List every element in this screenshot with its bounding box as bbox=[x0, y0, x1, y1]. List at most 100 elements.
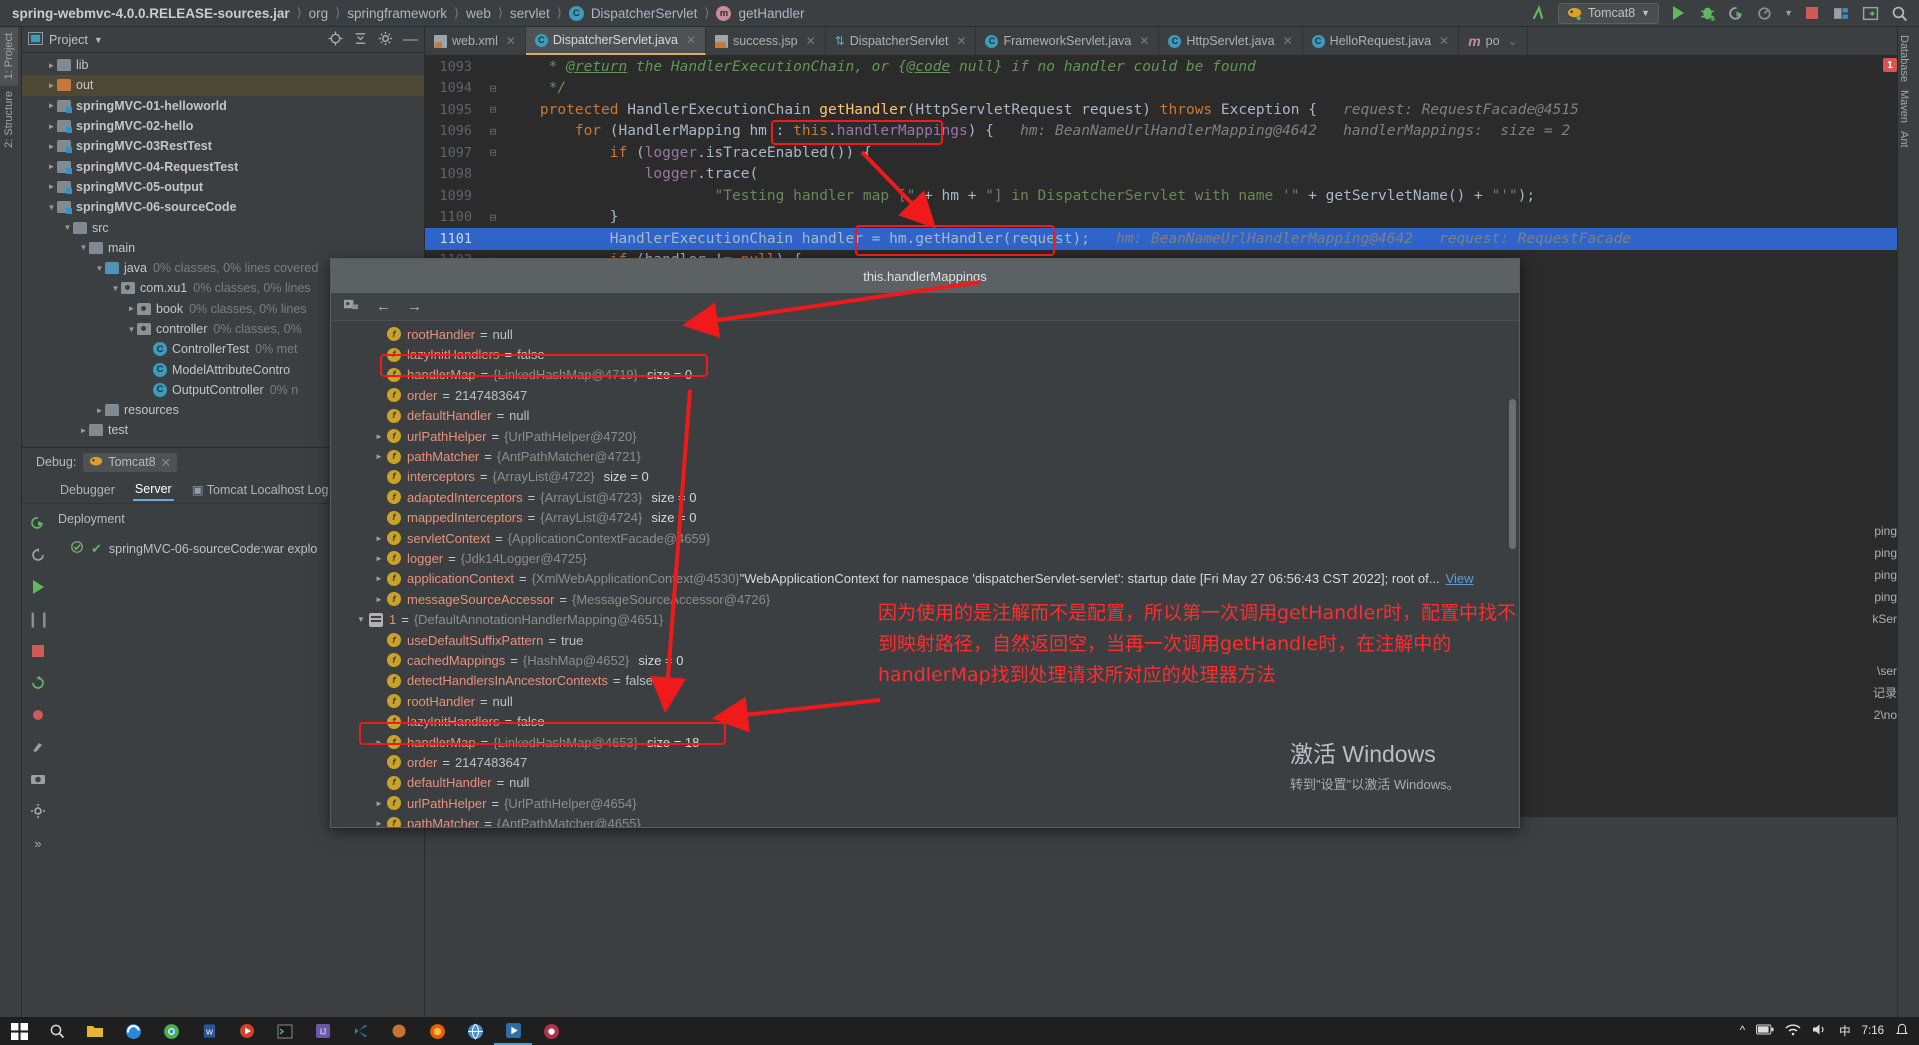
variable-row[interactable]: f order = 2147483647 bbox=[331, 385, 1519, 405]
layout-icon[interactable] bbox=[1860, 3, 1880, 23]
chevron-right-icon[interactable]: ► bbox=[371, 595, 387, 604]
variable-row[interactable]: f order = 2147483647 bbox=[331, 752, 1519, 772]
variable-row[interactable]: f detectHandlersInAncestorContexts = false bbox=[331, 671, 1519, 691]
variable-row[interactable]: ► f urlPathHelper = {UrlPathHelper@4654} bbox=[331, 793, 1519, 813]
locate-icon[interactable] bbox=[328, 30, 343, 49]
project-structure-icon[interactable] bbox=[1831, 3, 1851, 23]
fold-marker[interactable]: ⊟ bbox=[481, 103, 505, 116]
sidebar-item-favorites[interactable] bbox=[0, 825, 6, 837]
variable-row[interactable]: f cachedMappings = {HashMap@4652} size = 0 bbox=[331, 650, 1519, 670]
debug-session-tab[interactable]: Tomcat8 ✕ bbox=[83, 452, 178, 472]
code-line[interactable]: 1093 * @return the HandlerExecutionChain… bbox=[425, 56, 1897, 78]
sidebar-item-structure[interactable]: 2: Structure bbox=[0, 85, 18, 154]
variable-row[interactable]: ► f applicationContext = {XmlWebApplicationC… bbox=[331, 569, 1519, 589]
code-line[interactable]: 1095 ⊟ protected HandlerExecutionChain ge… bbox=[425, 99, 1897, 121]
chevron-right-icon[interactable]: ► bbox=[94, 406, 105, 415]
variable-row[interactable]: f defaultHandler = null bbox=[331, 773, 1519, 793]
code-line[interactable]: 1096 ⊟ for (HandlerMapping hm : this.hand… bbox=[425, 121, 1897, 143]
editor-tab-web-xml[interactable]: web.xml ✕ bbox=[425, 27, 526, 55]
firefox-icon[interactable] bbox=[418, 1017, 456, 1045]
wifi-icon[interactable] bbox=[1785, 1023, 1801, 1039]
search-icon[interactable] bbox=[38, 1017, 76, 1045]
profile-icon[interactable] bbox=[1755, 3, 1775, 23]
chevron-down-icon[interactable]: ▼ bbox=[46, 203, 57, 212]
restart-icon[interactable] bbox=[29, 674, 47, 692]
chevron-right-icon[interactable]: ► bbox=[371, 799, 387, 808]
editor-tab-dispatcherservlet[interactable]: ⇅ DispatcherServlet ✕ bbox=[826, 27, 977, 55]
tree-item-springmvc-04-requesttest[interactable]: ► springMVC-04-RequestTest bbox=[22, 156, 424, 176]
run-icon[interactable] bbox=[1668, 3, 1688, 23]
chevron-right-icon[interactable]: ► bbox=[371, 452, 387, 461]
back-icon[interactable] bbox=[1529, 3, 1549, 23]
variable-row[interactable]: ► f servletContext = {ApplicationContextFaca… bbox=[331, 528, 1519, 548]
chevron-right-icon[interactable]: ► bbox=[126, 304, 137, 313]
chevron-right-icon[interactable]: ► bbox=[371, 554, 387, 563]
media-icon[interactable] bbox=[228, 1017, 266, 1045]
tree-item-springmvc-03resttest[interactable]: ► springMVC-03RestTest bbox=[22, 136, 424, 156]
close-icon[interactable]: ✕ bbox=[506, 34, 516, 48]
variable-row[interactable]: ► f messageSourceAccessor = {MessageSourceAc… bbox=[331, 589, 1519, 609]
close-icon[interactable]: ✕ bbox=[806, 34, 816, 48]
sidebar-item-web[interactable] bbox=[0, 945, 6, 957]
editor-tab-hellorequest-java[interactable]: C HelloRequest.java ✕ bbox=[1303, 27, 1460, 55]
stop-icon[interactable] bbox=[29, 642, 47, 660]
chevron-down-icon[interactable]: ▼ bbox=[94, 35, 103, 45]
chevron-right-icon[interactable]: ► bbox=[371, 574, 387, 583]
editor-tab-httpservlet-java[interactable]: C HttpServlet.java ✕ bbox=[1159, 27, 1303, 55]
tree-item-springmvc-01-helloworld[interactable]: ► springMVC-01-helloworld bbox=[22, 96, 424, 116]
camera-icon[interactable] bbox=[29, 770, 47, 788]
chevron-right-icon[interactable]: ► bbox=[46, 142, 57, 151]
editor-tab-success-jsp[interactable]: success.jsp ✕ bbox=[706, 27, 826, 55]
sidebar-item-ant[interactable]: Ant bbox=[1898, 131, 1910, 148]
error-badge[interactable]: 1 bbox=[1883, 58, 1897, 72]
terminal-icon[interactable] bbox=[266, 1017, 304, 1045]
debug-active-icon[interactable] bbox=[494, 1017, 532, 1045]
chevron-right-icon[interactable]: ► bbox=[46, 81, 57, 90]
settings-icon[interactable] bbox=[29, 738, 47, 756]
code-line[interactable]: 1097 ⊟ if (logger.isTraceEnabled()) { bbox=[425, 142, 1897, 164]
breadcrumb-item-servlet[interactable]: servlet bbox=[510, 6, 550, 21]
variable-row[interactable]: f defaultHandler = null bbox=[331, 406, 1519, 426]
variable-row[interactable]: f interceptors = {ArrayList@4722} size = 0 bbox=[331, 467, 1519, 487]
variable-row[interactable]: ► f handlerMap = {LinkedHashMap@4653} size = … bbox=[331, 732, 1519, 752]
chevron-down-icon[interactable]: ▼ bbox=[110, 284, 121, 293]
maven-icon[interactable] bbox=[380, 1017, 418, 1045]
tab-server[interactable]: Server bbox=[132, 479, 174, 501]
chevron-right-icon[interactable]: ► bbox=[78, 426, 89, 435]
tree-item-springmvc-05-output[interactable]: ► springMVC-05-output bbox=[22, 177, 424, 197]
close-icon[interactable]: ✕ bbox=[1283, 34, 1293, 48]
editor-tab-frameworkservlet-java[interactable]: C FrameworkServlet.java ✕ bbox=[976, 27, 1160, 55]
variables-list[interactable]: f rootHandler = null f lazyInitHandlers = false… bbox=[331, 321, 1519, 827]
chrome-icon[interactable] bbox=[152, 1017, 190, 1045]
more-icon[interactable]: » bbox=[29, 834, 47, 852]
scrollbar-thumb[interactable] bbox=[1509, 399, 1516, 549]
chevron-right-icon[interactable]: ► bbox=[46, 162, 57, 171]
variable-row[interactable]: f handlerMap = {LinkedHashMap@4719} size = 0 bbox=[331, 365, 1519, 385]
variable-row[interactable]: ► f pathMatcher = {AntPathMatcher@4721} bbox=[331, 446, 1519, 466]
notification-icon[interactable] bbox=[1895, 1023, 1909, 1040]
forward-arrow-icon[interactable]: → bbox=[407, 298, 422, 315]
editor-tab-po[interactable]: m po ⌄ bbox=[1459, 27, 1528, 55]
word-icon[interactable]: W bbox=[190, 1017, 228, 1045]
fold-marker[interactable]: ⊟ bbox=[481, 146, 505, 159]
variable-row[interactable]: f mappedInterceptors = {ArrayList@4724} size… bbox=[331, 508, 1519, 528]
refresh-icon[interactable] bbox=[29, 546, 47, 564]
code-line[interactable]: 1099 "Testing handler map [" + hm + "] i… bbox=[425, 185, 1897, 207]
vscode-icon[interactable] bbox=[342, 1017, 380, 1045]
code-line[interactable]: 1101 HandlerExecutionChain handler = hm.… bbox=[425, 228, 1897, 250]
chevron-right-icon[interactable]: ► bbox=[371, 819, 387, 827]
variable-row[interactable]: f useDefaultSuffixPattern = true bbox=[331, 630, 1519, 650]
variable-row[interactable]: f adaptedInterceptors = {ArrayList@4723} siz… bbox=[331, 487, 1519, 507]
breadcrumb-item-org[interactable]: org bbox=[309, 6, 329, 21]
editor-tab-dispatcherservlet-java[interactable]: C DispatcherServlet.java ✕ bbox=[525, 27, 707, 55]
battery-icon[interactable] bbox=[1756, 1024, 1774, 1038]
pause-icon[interactable]: ❙❙ bbox=[26, 610, 50, 628]
tree-item-main[interactable]: ▼ main bbox=[22, 238, 424, 258]
chevron-down-icon[interactable]: ▼ bbox=[126, 325, 137, 334]
breadcrumb-item-web[interactable]: web bbox=[466, 6, 491, 21]
stop-icon[interactable] bbox=[1802, 3, 1822, 23]
code-line[interactable]: 1100 ⊟ } bbox=[425, 207, 1897, 229]
chevron-right-icon[interactable]: ► bbox=[371, 738, 387, 747]
resume-icon[interactable] bbox=[29, 578, 47, 596]
variable-row[interactable]: f rootHandler = null bbox=[331, 691, 1519, 711]
